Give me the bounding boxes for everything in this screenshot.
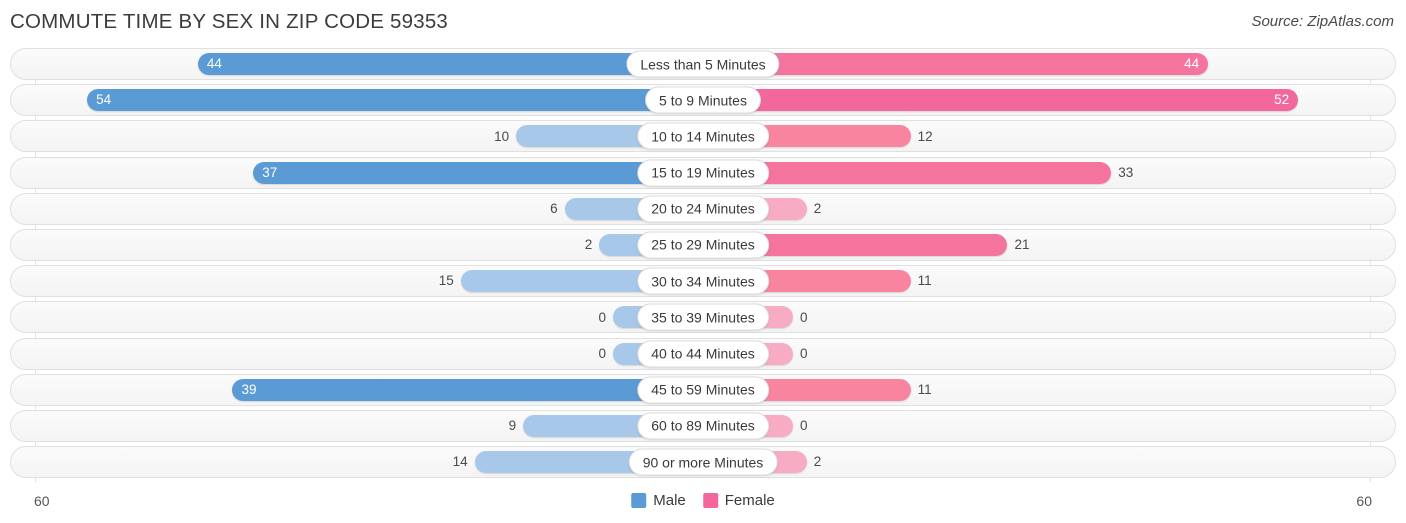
female-value-label: 2 (813, 201, 822, 216)
table-row[interactable]: 0 0 40 to 44 Minutes (10, 337, 1396, 370)
female-half: 0 (703, 302, 1395, 332)
male-half: 2 (11, 230, 703, 260)
female-half: 21 (703, 230, 1395, 260)
legend-label-female: Female (724, 492, 775, 509)
legend-item-female[interactable]: Female (702, 492, 775, 509)
table-row[interactable]: 39 11 45 to 59 Minutes (10, 373, 1396, 406)
male-value-label: 44 (206, 56, 222, 72)
female-value-label: 11 (917, 273, 932, 289)
male-half: 15 (11, 266, 703, 296)
female-value-label: 2 (813, 454, 822, 470)
female-value-label: 33 (1118, 164, 1134, 180)
male-bar[interactable]: 37 (253, 161, 703, 184)
female-value-label: 12 (917, 128, 933, 144)
female-value-label: 21 (1014, 237, 1030, 253)
male-half: 9 (11, 411, 703, 441)
chart-footer: 60 Male Female 60 (10, 489, 1396, 519)
table-row[interactable]: 10 12 10 to 14 Minutes (10, 120, 1396, 153)
plot-area: 44 44 Less than 5 Minutes 54 52 5 to 9 Minute… (10, 48, 1396, 482)
table-row[interactable]: 37 33 15 to 19 Minutes (10, 156, 1396, 189)
female-value-label: 0 (799, 418, 808, 434)
female-half: 44 (703, 49, 1395, 79)
female-half: 33 (703, 158, 1395, 188)
male-value-label: 0 (598, 309, 607, 325)
table-row[interactable]: 6 2 20 to 24 Minutes (10, 192, 1396, 225)
female-color-swatch (702, 493, 718, 508)
table-row[interactable]: 14 2 90 or more Minutes (10, 446, 1396, 479)
legend-item-male[interactable]: Male (631, 492, 686, 509)
male-half: 0 (11, 339, 703, 369)
female-half: 0 (703, 339, 1395, 369)
category-label: 30 to 34 Minutes (637, 267, 769, 295)
male-half: 6 (11, 194, 703, 224)
category-label: 10 to 14 Minutes (637, 122, 769, 150)
female-value-label: 11 (917, 381, 932, 397)
category-label: 90 or more Minutes (628, 448, 778, 476)
category-label: 5 to 9 Minutes (645, 86, 761, 114)
category-label: 40 to 44 Minutes (637, 340, 769, 367)
category-label: 60 to 89 Minutes (637, 412, 769, 440)
category-label: 15 to 19 Minutes (637, 159, 769, 187)
male-value-label: 6 (550, 201, 558, 216)
female-value-label: 0 (799, 309, 808, 325)
commute-time-chart: COMMUTE TIME BY SEX IN ZIP CODE 59353 So… (0, 0, 1406, 523)
male-bar[interactable]: 39 (232, 378, 703, 401)
male-value-label: 2 (584, 237, 593, 253)
table-row[interactable]: 54 52 5 to 9 Minutes (10, 84, 1396, 117)
female-half: 11 (703, 375, 1395, 405)
category-label: Less than 5 Minutes (626, 50, 780, 78)
male-color-swatch (631, 493, 647, 508)
male-half: 10 (11, 121, 703, 151)
female-value-label: 52 (1274, 92, 1290, 108)
female-half: 2 (703, 194, 1395, 224)
table-row[interactable]: 2 21 25 to 29 Minutes (10, 228, 1396, 261)
axis-label-right: 60 (1356, 493, 1372, 509)
male-half: 14 (11, 447, 703, 477)
male-half: 37 (11, 158, 703, 188)
table-row[interactable]: 0 0 35 to 39 Minutes (10, 301, 1396, 334)
female-half: 0 (703, 411, 1395, 441)
female-half: 12 (703, 121, 1395, 151)
source-attribution: Source: ZipAtlas.com (1251, 13, 1394, 30)
table-row[interactable]: 15 11 30 to 34 Minutes (10, 265, 1396, 298)
male-half: 54 (11, 85, 703, 115)
axis-label-left: 60 (34, 493, 50, 509)
page-title: COMMUTE TIME BY SEX IN ZIP CODE 59353 (10, 10, 449, 33)
chart-header: COMMUTE TIME BY SEX IN ZIP CODE 59353 So… (0, 0, 1406, 42)
table-row[interactable]: 9 0 60 to 89 Minutes (10, 409, 1396, 442)
male-half: 44 (11, 49, 703, 79)
category-label: 25 to 29 Minutes (637, 231, 769, 259)
male-value-label: 39 (241, 381, 257, 397)
female-bar[interactable]: 52 (703, 89, 1299, 112)
male-value-label: 14 (452, 454, 468, 470)
female-half: 52 (703, 85, 1395, 115)
female-half: 2 (703, 447, 1395, 477)
male-value-label: 54 (96, 92, 112, 108)
male-bar[interactable]: 54 (87, 89, 703, 112)
male-half: 39 (11, 375, 703, 405)
legend: Male Female (631, 492, 775, 509)
male-value-label: 0 (598, 345, 607, 361)
female-value-label: 0 (799, 345, 808, 361)
category-label: 35 to 39 Minutes (637, 303, 769, 331)
male-value-label: 9 (508, 418, 517, 434)
male-value-label: 15 (438, 273, 454, 289)
table-row[interactable]: 44 44 Less than 5 Minutes (10, 48, 1396, 80)
male-half: 0 (11, 302, 703, 332)
female-value-label: 44 (1184, 56, 1200, 72)
male-value-label: 10 (494, 128, 510, 144)
male-value-label: 37 (262, 164, 278, 180)
category-label: 45 to 59 Minutes (637, 376, 769, 404)
legend-label-male: Male (653, 492, 686, 509)
female-half: 11 (703, 266, 1395, 296)
category-label: 20 to 24 Minutes (637, 195, 769, 223)
